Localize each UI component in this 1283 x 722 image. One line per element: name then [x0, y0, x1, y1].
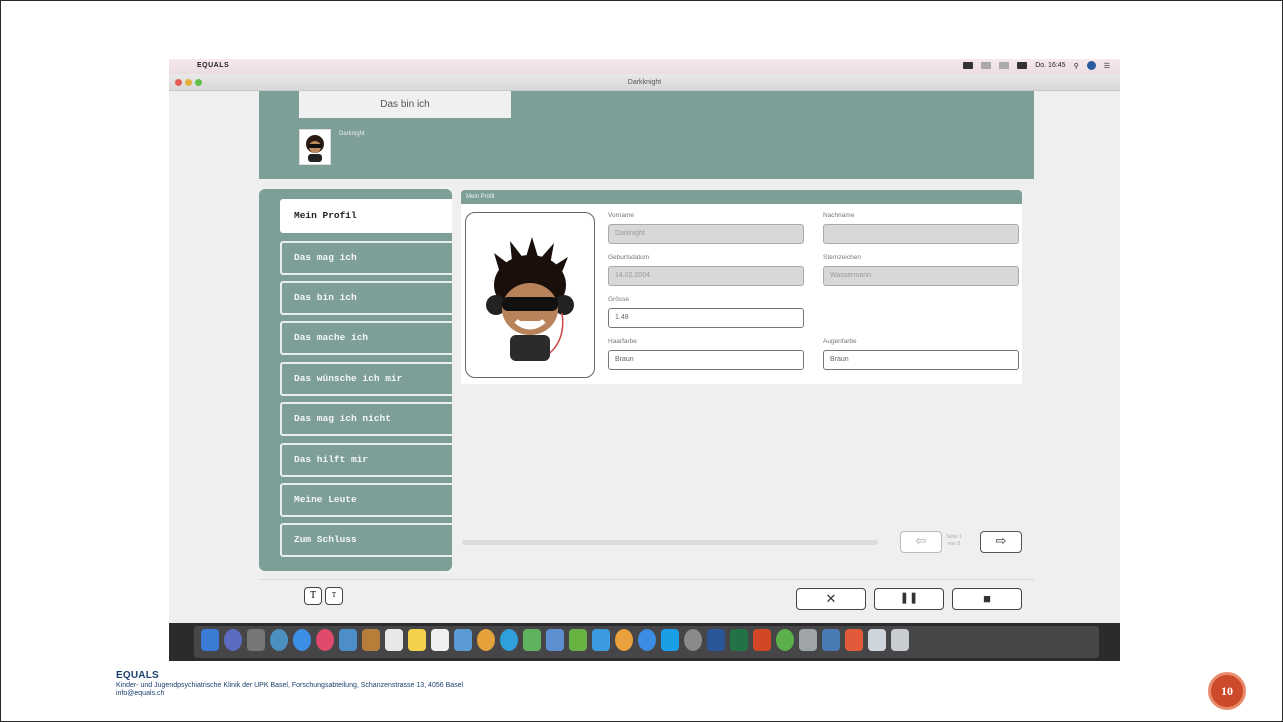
sidebar-item-das-mache-ich[interactable]: Das mache ich: [280, 321, 452, 355]
word-icon[interactable]: [707, 629, 725, 651]
sidebar-item-das-mag-ich-nicht[interactable]: Das mag ich nicht: [280, 402, 452, 436]
app-store-icon[interactable]: [638, 629, 656, 651]
profile-panel: Vorname Darknight Nachname Geburtsdatum …: [461, 204, 1022, 384]
printer-icon[interactable]: [799, 629, 817, 651]
app-screenshot: EQUALS Do. 16:45 ⚲ ☰ Darkknight Das bin …: [169, 59, 1120, 661]
siri-icon[interactable]: [1086, 61, 1096, 70]
preview-icon[interactable]: [339, 629, 357, 651]
excel-icon[interactable]: [730, 629, 748, 651]
finder-icon[interactable]: [201, 629, 219, 651]
keynote-icon[interactable]: [546, 629, 564, 651]
powerpoint-icon[interactable]: [753, 629, 771, 651]
panel-title: Mein Profil: [461, 190, 1022, 204]
display-icon[interactable]: [963, 62, 974, 69]
equals-app-icon[interactable]: [845, 629, 863, 651]
slide-number-badge: 10: [1208, 672, 1246, 710]
haarfarbe-field[interactable]: Braun: [608, 350, 804, 370]
tab-das-bin-ich[interactable]: Das bin ich: [299, 91, 511, 118]
avatar-small-icon: [306, 135, 324, 162]
messages-icon[interactable]: [500, 629, 518, 651]
photos-app-icon[interactable]: [477, 629, 495, 651]
airplay-icon[interactable]: [999, 62, 1010, 69]
siri-dock-icon[interactable]: [224, 629, 242, 651]
screen-sharing-icon[interactable]: [776, 629, 794, 651]
dock-icons: [201, 629, 909, 651]
previous-page-button[interactable]: ⇦: [900, 531, 942, 553]
augenfarbe-field[interactable]: Braun: [823, 350, 1019, 370]
downloads-icon[interactable]: [868, 629, 886, 651]
geburtsdatum-field[interactable]: 14.02.2004: [608, 266, 804, 286]
pages-icon[interactable]: [592, 629, 610, 651]
spotlight-search-icon[interactable]: ⚲: [1074, 62, 1079, 70]
skype-icon[interactable]: [661, 629, 679, 651]
footer-org: EQUALS: [116, 670, 159, 681]
vorname-label: Vorname: [608, 212, 635, 219]
window-title: Darkknight: [627, 79, 662, 86]
sternzeichen-label: Sternzeichen: [823, 254, 861, 261]
sidebar-item-das-hilft-mir[interactable]: Das hilft mir: [280, 443, 452, 477]
avatar-character-icon: [486, 237, 574, 361]
pause-button[interactable]: ❚❚: [874, 588, 944, 610]
sidebar-item-meine-leute[interactable]: Meine Leute: [280, 483, 452, 517]
vorname-field[interactable]: Darknight: [608, 224, 804, 244]
arrow-right-icon: ⇨: [995, 533, 1007, 548]
system-icon[interactable]: [270, 629, 288, 651]
sidebar-item-zum-schluss[interactable]: Zum Schluss: [280, 523, 452, 557]
image-capture-icon[interactable]: [822, 629, 840, 651]
geburtsdatum-label: Geburtsdatum: [608, 254, 650, 261]
system-preferences-icon[interactable]: [684, 629, 702, 651]
next-page-button[interactable]: ⇨: [980, 531, 1022, 553]
close-button[interactable]: ✕: [796, 588, 866, 610]
menubar-clock[interactable]: Do. 16:45: [1035, 62, 1065, 69]
progress-bar: [462, 540, 878, 545]
groesse-field[interactable]: 1.48: [608, 308, 804, 328]
footer-address: Kinder- und Jugendpsychiatrische Klinik …: [116, 682, 464, 689]
facetime-icon[interactable]: [523, 629, 541, 651]
slide-footer: EQUALS Kinder- und Jugendpsychiatrische …: [116, 670, 463, 697]
mac-menubar: EQUALS Do. 16:45 ⚲ ☰: [169, 59, 1120, 74]
ibooks-icon[interactable]: [615, 629, 633, 651]
photos-icon[interactable]: [454, 629, 472, 651]
sternzeichen-field[interactable]: Wassermann: [823, 266, 1019, 286]
menubar-status-area: Do. 16:45 ⚲ ☰: [963, 61, 1110, 70]
launchpad-icon[interactable]: [247, 629, 265, 651]
trash-icon[interactable]: [891, 629, 909, 651]
sidebar-item-das-mag-ich[interactable]: Das mag ich: [280, 241, 452, 275]
footer-email[interactable]: info@equals.ch: [116, 690, 463, 697]
itunes-icon[interactable]: [316, 629, 334, 651]
arrow-left-icon: ⇦: [915, 533, 927, 548]
augenfarbe-label: Augenfarbe: [823, 338, 857, 345]
stop-button[interactable]: ■: [952, 588, 1022, 610]
numbers-icon[interactable]: [569, 629, 587, 651]
reminders-icon[interactable]: [431, 629, 449, 651]
wifi-icon[interactable]: [981, 62, 992, 69]
text-size-large-button[interactable]: T: [304, 587, 322, 605]
app-content: Das bin ich Darknight Mein Profil Das ma…: [169, 91, 1120, 623]
sidebar-nav: Mein Profil Das mag ich Das bin ich Das …: [259, 189, 452, 571]
header-band: Das bin ich Darknight: [259, 91, 1034, 179]
presentation-slide: EQUALS Do. 16:45 ⚲ ☰ Darkknight Das bin …: [0, 0, 1283, 722]
haarfarbe-label: Haarfarbe: [608, 338, 637, 345]
groesse-label: Grösse: [608, 296, 629, 303]
text-size-small-button[interactable]: T: [325, 587, 343, 605]
calendar-icon[interactable]: [385, 629, 403, 651]
nachname-field[interactable]: [823, 224, 1019, 244]
window-titlebar: Darkknight: [169, 74, 1120, 91]
nachname-label: Nachname: [823, 212, 855, 219]
notes-icon[interactable]: [408, 629, 426, 651]
contacts-icon[interactable]: [362, 629, 380, 651]
profile-avatar[interactable]: [465, 212, 595, 378]
sidebar-item-mein-profil[interactable]: Mein Profil: [280, 199, 452, 233]
battery-icon[interactable]: [1017, 62, 1028, 69]
notification-center-icon[interactable]: ☰: [1104, 62, 1110, 70]
safari-icon[interactable]: [293, 629, 311, 651]
sidebar-item-das-bin-ich[interactable]: Das bin ich: [280, 281, 452, 315]
divider: [259, 579, 1034, 580]
username-label: Darknight: [339, 131, 365, 137]
mac-dock: [169, 623, 1120, 661]
user-avatar: [299, 129, 331, 165]
page-indicator: Seite 1 von 8: [946, 534, 962, 547]
menubar-app-name[interactable]: EQUALS: [197, 62, 229, 69]
sidebar-item-das-wuensche-ich-mir[interactable]: Das wünsche ich mir: [280, 362, 452, 396]
